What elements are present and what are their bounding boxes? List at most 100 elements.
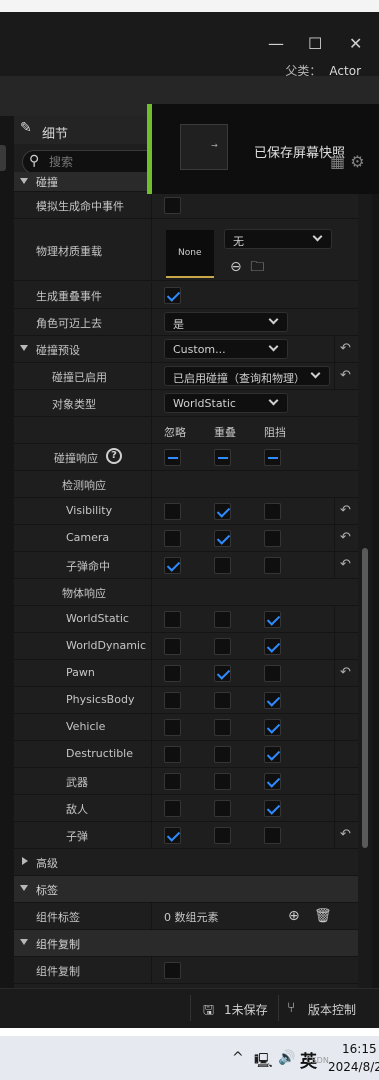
column-divider [151, 768, 152, 794]
row-collision-response: 碰撞响应 ? [14, 444, 358, 471]
overlap-checkbox[interactable] [214, 827, 231, 844]
overlap-checkbox[interactable] [214, 800, 231, 817]
row-generate-overlap: 生成重叠事件 [14, 282, 358, 309]
reset-arrow-icon[interactable]: ↶ [340, 341, 351, 356]
collision-presets-dropdown[interactable]: Custom... [164, 339, 288, 359]
channel-row: Destructible [14, 741, 358, 768]
ignore-checkbox[interactable] [164, 827, 181, 844]
block-checkbox[interactable] [264, 800, 281, 817]
close-button[interactable]: ✕ [349, 34, 362, 53]
reset-arrow-icon[interactable]: ↶ [340, 530, 351, 545]
network-icon[interactable]: 🖳 [254, 1050, 273, 1074]
block-checkbox[interactable] [264, 530, 281, 547]
ignore-checkbox[interactable] [164, 638, 181, 655]
row-advanced[interactable]: 高级 [14, 849, 358, 876]
settings-gear-icon[interactable]: ▦ ⚙ [330, 152, 365, 171]
channel-label: WorldStatic [66, 612, 129, 625]
add-element-icon[interactable]: ⊕ [288, 908, 300, 924]
expand-triangle-icon[interactable] [20, 345, 28, 351]
reset-arrow-icon[interactable]: ↶ [340, 503, 351, 518]
ignore-checkbox[interactable] [164, 746, 181, 763]
material-actions: ⊖ 🗀 [230, 256, 264, 280]
block-checkbox[interactable] [264, 827, 281, 844]
overlap-checkbox[interactable] [214, 746, 231, 763]
block-checkbox[interactable] [264, 611, 281, 628]
block-checkbox[interactable] [264, 692, 281, 709]
reset-arrow-icon[interactable]: ↶ [340, 557, 351, 572]
all-overlap-checkbox[interactable] [214, 449, 231, 466]
block-checkbox[interactable] [264, 773, 281, 790]
use-selected-icon[interactable]: ⊖ [230, 259, 242, 275]
search-input[interactable] [49, 154, 154, 170]
ignore-checkbox[interactable] [164, 800, 181, 817]
all-ignore-checkbox[interactable] [164, 449, 181, 466]
trash-icon[interactable]: 🗑 [314, 908, 332, 924]
block-checkbox[interactable] [264, 638, 281, 655]
overlap-checkbox[interactable] [214, 530, 231, 547]
ignore-checkbox[interactable] [164, 665, 181, 682]
save-icon: 🖫 [203, 1003, 215, 1018]
overlap-checkbox[interactable] [214, 719, 231, 736]
overlap-checkbox[interactable] [214, 557, 231, 574]
column-divider [151, 336, 152, 362]
version-control-button[interactable]: 版本控制 [308, 1001, 356, 1018]
reset-arrow-icon[interactable]: ↶ [340, 368, 351, 383]
maximize-button[interactable]: ☐ [308, 34, 322, 53]
reset-arrow-icon[interactable]: ↶ [340, 665, 351, 680]
ignore-checkbox[interactable] [164, 611, 181, 628]
collision-enabled-dropdown[interactable]: 已启用碰撞（查询和物理） [164, 366, 330, 386]
tab-details[interactable]: ✎ 细节 [14, 116, 164, 144]
component-replicates-checkbox[interactable] [164, 962, 181, 979]
section-tags[interactable]: 标签 [14, 876, 358, 903]
phys-material-dropdown[interactable]: 无 [224, 229, 332, 249]
ignore-checkbox[interactable] [164, 719, 181, 736]
overlap-checkbox[interactable] [214, 638, 231, 655]
chevron-up-icon[interactable]: ^ [232, 1050, 244, 1066]
expand-triangle-icon [20, 939, 28, 945]
section-replication[interactable]: 组件复制 [14, 930, 358, 957]
ignore-checkbox[interactable] [164, 503, 181, 520]
unsaved-button[interactable]: 1未保存 [224, 1001, 268, 1018]
column-divider [334, 822, 335, 848]
overlap-checkbox[interactable] [214, 503, 231, 520]
volume-icon[interactable]: 🔊 [278, 1050, 295, 1066]
browse-folder-icon[interactable]: 🗀 [250, 259, 264, 275]
section-label: 组件复制 [36, 938, 80, 951]
overlap-checkbox[interactable] [214, 692, 231, 709]
reset-arrow-icon[interactable]: ↶ [340, 827, 351, 842]
search-box[interactable]: ⚲ [22, 150, 162, 174]
ignore-checkbox[interactable] [164, 557, 181, 574]
block-checkbox[interactable] [264, 665, 281, 682]
ignore-checkbox[interactable] [164, 692, 181, 709]
row-label: 检测响应 [62, 479, 106, 492]
clock-time[interactable]: 16:15 [342, 1042, 377, 1056]
channel-row: WorldStatic [14, 606, 358, 633]
simulate-hit-checkbox[interactable] [164, 197, 181, 214]
section-label: 标签 [36, 884, 58, 897]
side-collapse-handle[interactable] [0, 145, 6, 171]
overlap-checkbox[interactable] [214, 773, 231, 790]
block-checkbox[interactable] [264, 746, 281, 763]
clock-date[interactable]: 2024/8/2 [328, 1060, 379, 1074]
generate-overlap-checkbox[interactable] [164, 287, 181, 304]
object-type-dropdown[interactable]: WorldStatic [164, 393, 288, 413]
help-icon[interactable]: ? [106, 448, 122, 464]
can-step-up-dropdown[interactable]: 是 [164, 312, 288, 332]
scrollbar-thumb[interactable] [362, 548, 368, 848]
overlap-checkbox[interactable] [214, 665, 231, 682]
all-block-checkbox[interactable] [264, 449, 281, 466]
column-divider [151, 444, 152, 470]
block-checkbox[interactable] [264, 719, 281, 736]
column-divider [151, 687, 152, 713]
material-thumbnail[interactable]: None [166, 230, 214, 278]
row-collision-enabled: 碰撞已启用 已启用碰撞（查询和物理） ↶ [14, 363, 358, 390]
channel-row: 子弹 ↶ [14, 822, 358, 849]
block-checkbox[interactable] [264, 557, 281, 574]
ignore-checkbox[interactable] [164, 773, 181, 790]
overlap-checkbox[interactable] [214, 611, 231, 628]
ignore-checkbox[interactable] [164, 530, 181, 547]
minimize-button[interactable]: — [268, 34, 284, 53]
window-gap [0, 1028, 379, 1036]
row-object-type: 对象类型 WorldStatic [14, 390, 358, 417]
block-checkbox[interactable] [264, 503, 281, 520]
